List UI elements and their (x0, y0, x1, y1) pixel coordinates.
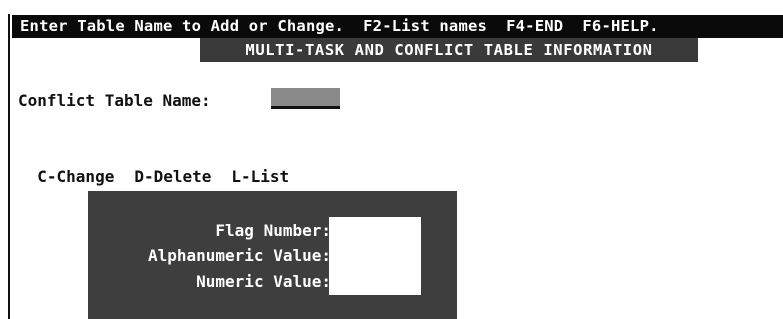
flag-info-panel: Flag Number: Alphanumeric Value: Numeric… (88, 191, 457, 319)
delete-command[interactable]: D-Delete (134, 165, 211, 189)
flag-values-field[interactable] (329, 217, 421, 295)
flag-number-label: Flag Number: (215, 221, 331, 240)
list-command[interactable]: L-List (231, 165, 289, 189)
screen-title: MULTI-TASK AND CONFLICT TABLE INFORMATIO… (200, 38, 698, 62)
alphanumeric-value-label: Alphanumeric Value: (147, 246, 331, 265)
numeric-value-label: Numeric Value: (196, 272, 331, 291)
change-command[interactable]: C-Change (37, 165, 114, 189)
conflict-table-name-label: Conflict Table Name: (18, 91, 211, 110)
command-list: C-Change D-Delete L-List (18, 141, 309, 189)
conflict-table-name-input[interactable] (271, 88, 340, 109)
screen-frame-left (8, 14, 10, 319)
prompt-bar: Enter Table Name to Add or Change. F2-Li… (12, 15, 783, 38)
